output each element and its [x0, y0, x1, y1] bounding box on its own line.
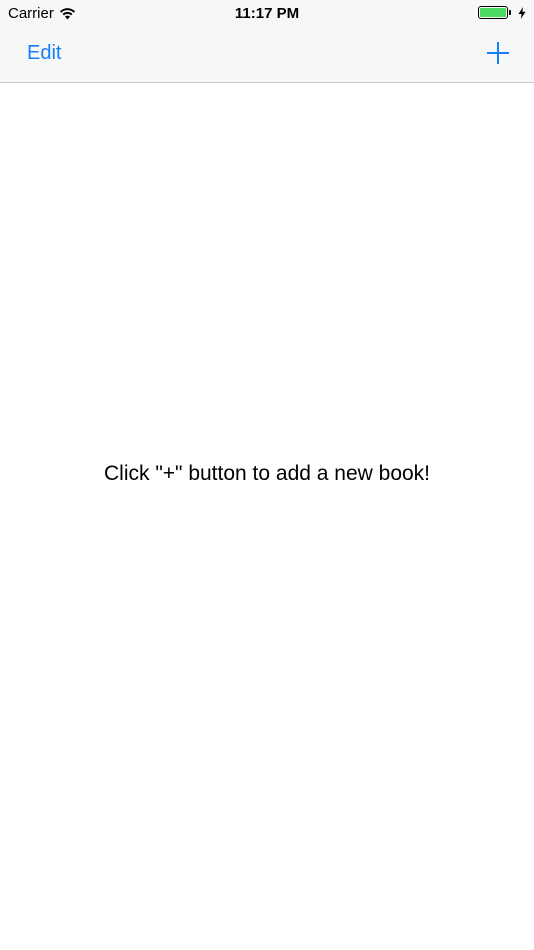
edit-button[interactable]: Edit	[27, 42, 61, 65]
plus-icon[interactable]	[486, 41, 510, 65]
status-time: 11:17 PM	[234, 5, 300, 22]
status-bar: Carrier 11:17 PM	[0, 0, 534, 28]
app-screen: Carrier 11:17 PM Edit Click "+" button t…	[0, 0, 534, 950]
battery-full-icon	[478, 6, 508, 19]
empty-state-message: Click "+" button to add a new book!	[103, 462, 431, 485]
charging-bolt-icon	[518, 6, 526, 19]
navigation-bar: Edit	[0, 28, 534, 82]
top-bar: Carrier 11:17 PM Edit	[0, 0, 534, 83]
battery-indicator	[478, 6, 526, 19]
battery-level-fill	[480, 8, 506, 17]
battery-tip	[509, 10, 511, 15]
